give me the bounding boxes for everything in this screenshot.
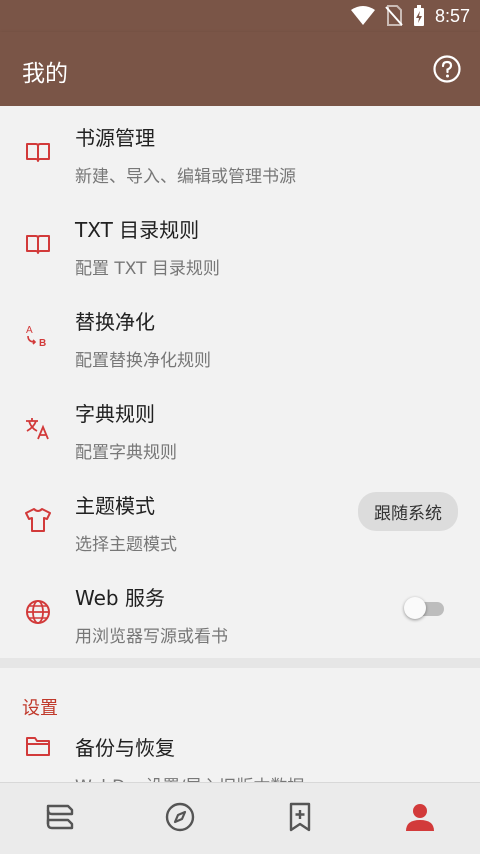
page-title: 我的 (22, 61, 68, 87)
bottom-navigation (0, 782, 480, 854)
item-subtitle: WebDav设置/导入旧版本数据 (75, 772, 304, 782)
item-subtitle: 配置替换净化规则 (75, 351, 211, 371)
book-open-icon (26, 143, 50, 162)
compass-icon (165, 802, 195, 832)
person-icon (406, 804, 434, 831)
list-item-book-source[interactable]: 书源管理 新建、导入、编辑或管理书源 (0, 106, 480, 198)
item-title: 字典规则 (75, 402, 155, 426)
theme-mode-chip[interactable]: 跟随系统 (358, 492, 458, 531)
section-header-settings: 设置 (0, 668, 480, 719)
help-circle-icon[interactable] (432, 54, 462, 84)
main-group: 书源管理 新建、导入、编辑或管理书源 TXT 目录规则 配置 TXT 目录规则 … (0, 106, 480, 658)
shirt-icon (25, 508, 51, 532)
status-icons: 8:57 (350, 4, 470, 28)
list-item-txt-toc-rules[interactable]: TXT 目录规则 配置 TXT 目录规则 (0, 198, 480, 290)
translate-icon (26, 418, 49, 440)
nav-discover[interactable] (160, 797, 200, 837)
item-title: 备份与恢复 (75, 736, 175, 760)
battery-charging-icon (413, 5, 424, 26)
list-item-backup-restore[interactable]: 备份与恢复 WebDav设置/导入旧版本数据 (0, 716, 480, 782)
folder-icon (26, 737, 50, 756)
web-service-toggle[interactable] (404, 596, 444, 620)
bookshelf-icon (46, 804, 74, 830)
bookmark-add-icon (289, 802, 311, 832)
nav-rss[interactable] (280, 797, 320, 837)
svg-text:A: A (26, 325, 33, 336)
status-bar: 8:57 (0, 0, 480, 32)
wifi-icon (350, 6, 375, 25)
item-subtitle: 配置字典规则 (75, 443, 177, 463)
list-item-web-service[interactable]: Web 服务 用浏览器写源或看书 (0, 566, 480, 658)
swap-ab-icon: A B (26, 325, 46, 349)
nav-bookshelf[interactable] (40, 797, 80, 837)
nav-my[interactable] (400, 797, 440, 837)
app-bar: 我的 (0, 32, 480, 106)
list-item-theme-mode[interactable]: 主题模式 选择主题模式 跟随系统 (0, 474, 480, 566)
no-sim-icon (385, 5, 403, 26)
status-time: 8:57 (434, 5, 470, 26)
item-subtitle: 选择主题模式 (75, 535, 177, 555)
book-open-icon (26, 235, 50, 254)
item-subtitle: 用浏览器写源或看书 (75, 627, 228, 647)
item-title: 主题模式 (75, 494, 155, 518)
item-subtitle: 新建、导入、编辑或管理书源 (75, 167, 296, 187)
settings-list: 书源管理 新建、导入、编辑或管理书源 TXT 目录规则 配置 TXT 目录规则 … (0, 106, 480, 782)
item-title: 替换净化 (75, 310, 155, 334)
toggle-thumb (404, 597, 426, 619)
section-divider (0, 658, 480, 668)
list-item-dict-rules[interactable]: 字典规则 配置字典规则 (0, 382, 480, 474)
list-item-replace-rules[interactable]: A B 替换净化 配置替换净化规则 (0, 290, 480, 382)
svg-text:B: B (39, 338, 46, 349)
item-title: TXT 目录规则 (75, 218, 200, 242)
globe-icon (26, 600, 50, 624)
item-title: 书源管理 (75, 126, 155, 150)
item-subtitle: 配置 TXT 目录规则 (75, 259, 220, 279)
item-title: Web 服务 (75, 586, 165, 610)
